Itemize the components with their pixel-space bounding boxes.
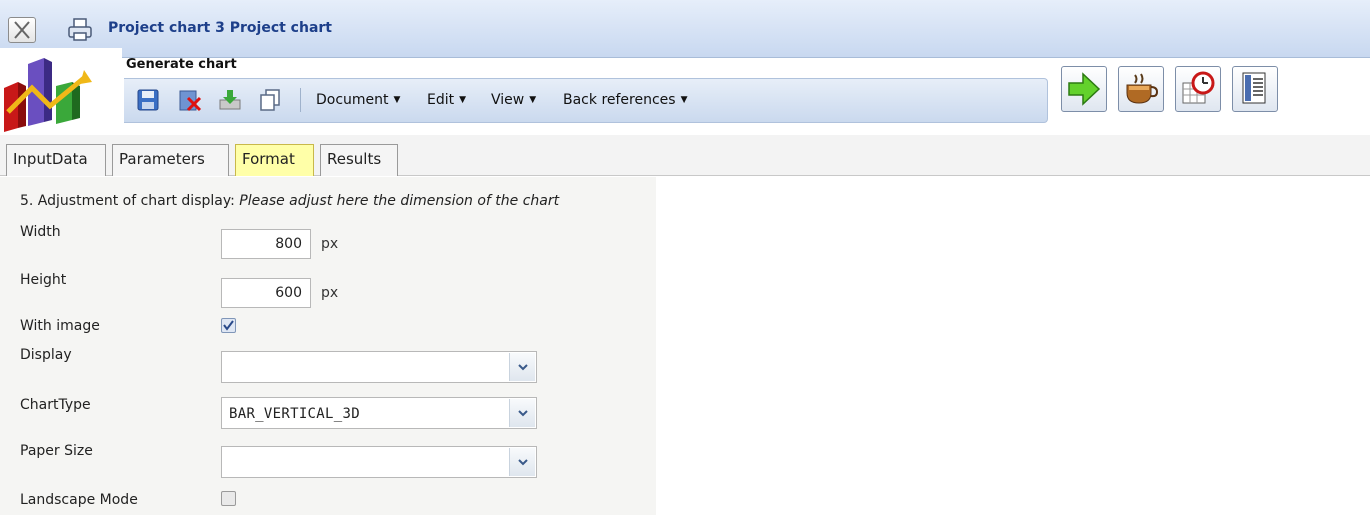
schedule-button[interactable] xyxy=(1175,66,1221,112)
dropdown-arrow[interactable] xyxy=(509,399,535,427)
height-unit: px xyxy=(321,285,339,301)
width-input[interactable]: 800 xyxy=(221,229,311,259)
chevron-down-icon xyxy=(518,364,528,371)
tab-parameters[interactable]: Parameters xyxy=(112,144,229,176)
run-button[interactable] xyxy=(1061,66,1107,112)
menu-document[interactable]: Document ▼ xyxy=(316,92,400,108)
caret-down-icon: ▼ xyxy=(459,95,467,105)
section-title: 5. Adjustment of chart display: Please a… xyxy=(20,193,559,209)
chart-type-select[interactable]: BAR_VERTICAL_3D xyxy=(221,397,537,429)
menu-document-label: Document xyxy=(316,92,389,108)
copy-button[interactable] xyxy=(258,88,284,114)
save-icon xyxy=(137,89,159,111)
delete-button[interactable] xyxy=(178,88,204,114)
dropdown-arrow[interactable] xyxy=(509,448,535,476)
caret-down-icon: ▼ xyxy=(680,95,688,105)
run-arrow-icon xyxy=(1068,72,1101,106)
paper-size-label: Paper Size xyxy=(20,443,93,459)
schedule-icon xyxy=(1182,71,1215,104)
download-button[interactable] xyxy=(218,88,244,114)
display-label: Display xyxy=(20,347,72,363)
menu-edit-label: Edit xyxy=(427,92,455,108)
paper-size-select[interactable] xyxy=(221,446,537,478)
section-title-hint: Please adjust here the dimension of the … xyxy=(239,193,560,209)
delete-icon xyxy=(179,90,202,112)
chart-type-select-value: BAR_VERTICAL_3D xyxy=(229,406,360,422)
menu-back-references[interactable]: Back references ▼ xyxy=(563,92,688,108)
caret-down-icon: ▼ xyxy=(393,95,401,105)
chevron-down-icon xyxy=(518,459,528,466)
menu-edit[interactable]: Edit ▼ xyxy=(427,92,466,108)
height-input[interactable]: 600 xyxy=(221,278,311,308)
menu-back-references-label: Back references xyxy=(563,92,676,108)
copy-icon xyxy=(260,89,280,111)
width-unit: px xyxy=(321,236,339,252)
width-label: Width xyxy=(20,224,61,240)
app-logo xyxy=(0,48,122,134)
height-label: Height xyxy=(20,272,67,288)
tab-format[interactable]: Format xyxy=(235,144,314,176)
landscape-mode-checkbox[interactable] xyxy=(221,491,236,506)
checkmark-icon xyxy=(223,320,234,331)
landscape-mode-label: Landscape Mode xyxy=(20,492,138,508)
caret-down-icon: ▼ xyxy=(529,95,537,105)
tab-results[interactable]: Results xyxy=(320,144,398,176)
toolbar-section-label: Generate chart xyxy=(126,57,237,72)
close-button[interactable] xyxy=(8,17,36,43)
menu-view[interactable]: View ▼ xyxy=(491,92,536,108)
display-select[interactable] xyxy=(221,351,537,383)
report-icon xyxy=(1242,72,1266,104)
with-image-checkbox[interactable] xyxy=(221,318,236,333)
chart-type-label: ChartType xyxy=(20,397,91,413)
with-image-label: With image xyxy=(20,318,100,334)
print-button[interactable] xyxy=(66,16,94,44)
close-icon xyxy=(14,21,30,39)
coffee-button[interactable] xyxy=(1118,66,1164,112)
chevron-down-icon xyxy=(518,410,528,417)
toolbar-separator xyxy=(300,88,301,112)
tab-inputdata[interactable]: InputData xyxy=(6,144,106,176)
menu-view-label: View xyxy=(491,92,525,108)
section-title-prefix: 5. Adjustment of chart display: xyxy=(20,193,240,209)
coffee-icon xyxy=(1126,73,1159,104)
dropdown-arrow[interactable] xyxy=(509,353,535,381)
printer-icon xyxy=(68,18,92,41)
chart-logo-icon xyxy=(4,58,92,132)
window-title: Project chart 3 Project chart xyxy=(108,20,332,36)
save-button[interactable] xyxy=(136,88,162,114)
download-icon xyxy=(219,90,241,110)
report-button[interactable] xyxy=(1232,66,1278,112)
